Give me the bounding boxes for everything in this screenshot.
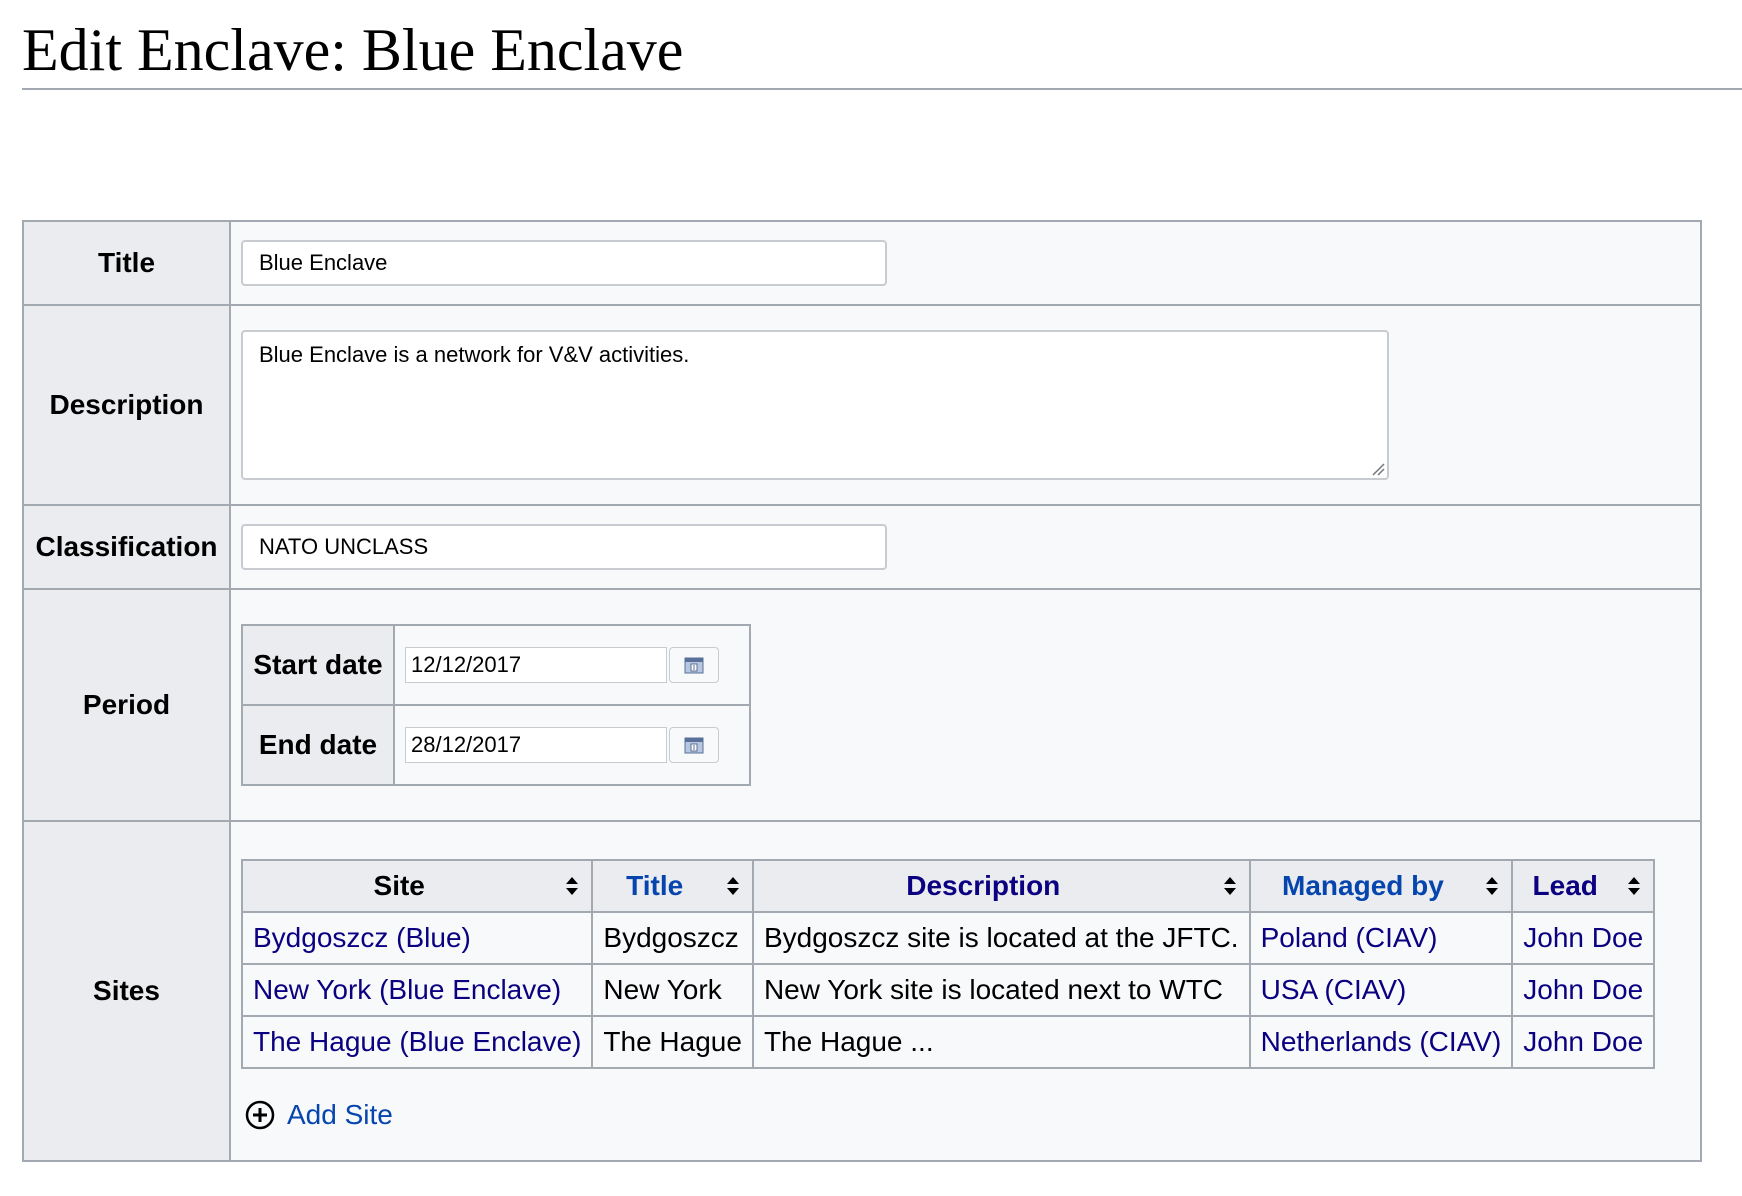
period-row: Period Start date 12/12/2017 End date 28… <box>22 588 1702 822</box>
title-cell: Bydgoszcz <box>591 911 754 965</box>
sort-arrows-icon <box>566 877 579 895</box>
title-label: Title <box>22 220 231 306</box>
end-date-row: End date 28/12/2017 <box>241 704 751 786</box>
description-textarea[interactable]: Blue Enclave is a network for V&V activi… <box>241 330 1389 480</box>
managed-by-cell: Netherlands (CIAV) <box>1248 1015 1514 1069</box>
sort-arrows-icon <box>1223 877 1236 895</box>
site-link[interactable]: The Hague (Blue Enclave) <box>253 1026 581 1057</box>
add-site-link[interactable]: Add Site <box>287 1099 393 1131</box>
table-row: Bydgoszcz (Blue) Bydgoszcz Bydgoszcz sit… <box>240 911 1656 965</box>
sort-arrows-icon <box>1486 877 1499 895</box>
table-row: New York (Blue Enclave) New York New Yor… <box>240 963 1656 1017</box>
site-link[interactable]: Bydgoszcz (Blue) <box>253 922 471 953</box>
description-cell: Blue Enclave is a network for V&V activi… <box>229 304 1702 506</box>
column-header-label: Site <box>373 870 425 901</box>
period-table: Start date 12/12/2017 End date 28/12/201… <box>241 624 751 786</box>
sites-row: Sites Site Title Description Managed by … <box>22 820 1702 1162</box>
end-date-label: End date <box>241 704 395 786</box>
start-date-row: Start date 12/12/2017 <box>241 624 751 706</box>
sites-header-row: Site Title Description Managed by Lead <box>240 859 1656 913</box>
managed-by-link[interactable]: Netherlands (CIAV) <box>1261 1026 1502 1057</box>
start-date-picker: 12/12/2017 <box>405 647 739 683</box>
period-label: Period <box>22 588 231 822</box>
column-header-label: Managed by <box>1282 870 1444 901</box>
column-header-site[interactable]: Site <box>240 859 594 913</box>
lead-link[interactable]: John Doe <box>1523 1026 1643 1057</box>
start-date-label: Start date <box>241 624 395 706</box>
column-header-title[interactable]: Title <box>591 859 754 913</box>
column-header-label: Lead <box>1532 870 1598 901</box>
title-cell: The Hague <box>591 1015 754 1069</box>
end-date-input[interactable]: 28/12/2017 <box>405 727 667 763</box>
calendar-icon <box>684 737 704 754</box>
end-date-picker: 28/12/2017 <box>405 727 739 763</box>
site-cell: Bydgoszcz (Blue) <box>240 911 594 965</box>
classification-row: Classification NATO UNCLASS <box>22 504 1702 590</box>
description-label: Description <box>22 304 231 506</box>
column-header-managed-by[interactable]: Managed by <box>1248 859 1514 913</box>
sort-arrows-icon <box>1628 877 1641 895</box>
start-date-calendar-button[interactable] <box>669 647 719 683</box>
start-date-input[interactable]: 12/12/2017 <box>405 647 667 683</box>
managed-by-link[interactable]: Poland (CIAV) <box>1261 922 1438 953</box>
title-cell: Blue Enclave <box>229 220 1702 306</box>
add-site-button[interactable]: Add Site <box>245 1099 1700 1131</box>
description-text: Blue Enclave is a network for V&V activi… <box>259 342 690 367</box>
end-date-calendar-button[interactable] <box>669 727 719 763</box>
column-header-label: Description <box>906 870 1061 901</box>
lead-cell: John Doe <box>1511 963 1656 1017</box>
title-cell: New York <box>591 963 754 1017</box>
plus-circle-icon <box>245 1100 275 1130</box>
title-row: Title Blue Enclave <box>22 220 1702 306</box>
sites-cell: Site Title Description Managed by Lead B… <box>229 820 1702 1162</box>
page-title: Edit Enclave: Blue Enclave <box>22 17 684 83</box>
description-row: Description Blue Enclave is a network fo… <box>22 304 1702 506</box>
calendar-icon <box>684 657 704 674</box>
period-cell: Start date 12/12/2017 End date 28/12/201… <box>229 588 1702 822</box>
title-divider <box>22 88 1742 90</box>
sort-arrows-icon <box>726 877 739 895</box>
description-cell: The Hague ... <box>751 1015 1251 1069</box>
managed-by-link[interactable]: USA (CIAV) <box>1261 974 1407 1005</box>
lead-link[interactable]: John Doe <box>1523 922 1643 953</box>
column-header-lead[interactable]: Lead <box>1511 859 1656 913</box>
column-header-description[interactable]: Description <box>751 859 1251 913</box>
classification-cell: NATO UNCLASS <box>229 504 1702 590</box>
managed-by-cell: Poland (CIAV) <box>1248 911 1514 965</box>
lead-link[interactable]: John Doe <box>1523 974 1643 1005</box>
end-date-cell: 28/12/2017 <box>393 704 751 786</box>
sites-label: Sites <box>22 820 231 1162</box>
sites-table: Site Title Description Managed by Lead B… <box>240 859 1656 1069</box>
resize-handle-icon[interactable] <box>1369 460 1385 476</box>
title-input[interactable]: Blue Enclave <box>241 240 887 286</box>
site-link[interactable]: New York (Blue Enclave) <box>253 974 561 1005</box>
site-cell: The Hague (Blue Enclave) <box>240 1015 594 1069</box>
managed-by-cell: USA (CIAV) <box>1248 963 1514 1017</box>
lead-cell: John Doe <box>1511 1015 1656 1069</box>
start-date-cell: 12/12/2017 <box>393 624 751 706</box>
lead-cell: John Doe <box>1511 911 1656 965</box>
description-cell: New York site is located next to WTC <box>751 963 1251 1017</box>
classification-label: Classification <box>22 504 231 590</box>
classification-input[interactable]: NATO UNCLASS <box>241 524 887 570</box>
site-cell: New York (Blue Enclave) <box>240 963 594 1017</box>
column-header-label: Title <box>626 870 684 901</box>
enclave-form: Title Blue Enclave Description Blue Encl… <box>22 220 1702 1162</box>
description-cell: Bydgoszcz site is located at the JFTC. <box>751 911 1251 965</box>
table-row: The Hague (Blue Enclave) The Hague The H… <box>240 1015 1656 1069</box>
